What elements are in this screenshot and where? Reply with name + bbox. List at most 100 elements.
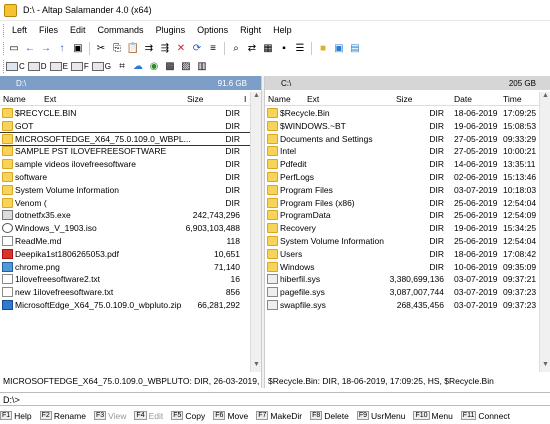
menu-options[interactable]: Options [191,25,234,35]
fkey-rename-button[interactable]: F2 Rename [39,411,86,421]
fkey-view-button[interactable]: F3 View [93,411,126,421]
scroll-down-icon[interactable]: ▼ [540,361,550,372]
file-row[interactable]: chrome.png 71,140 [0,261,250,274]
forward-icon[interactable]: → [39,42,53,55]
calc-icon[interactable]: ▦ [261,42,275,55]
command-line[interactable]: D:\> [0,392,550,406]
scroll-up-icon[interactable]: ▲ [540,92,550,103]
menu-plugins[interactable]: Plugins [150,25,192,35]
file-row[interactable]: Intel DIR 27-05-2019 10:00:21 [265,145,539,158]
network-icon[interactable]: ⌗ [115,60,129,73]
fkey-usrmenu-button[interactable]: F9 UsrMenu [356,411,405,421]
file-row[interactable]: dotnetfx35.exe 242,743,296 [0,209,250,222]
file-row[interactable]: SAMPLE PST ILOVEFREESOFTWARE DIR [0,145,250,158]
cut-icon[interactable]: ✂ [94,42,108,55]
fkey-connect-button[interactable]: F11 Connect [460,411,510,421]
toolbar-grip[interactable] [3,42,6,55]
file-row[interactable]: Users DIR 18-06-2019 17:08:42 [265,248,539,261]
file-row[interactable]: Program Files DIR 03-07-2019 10:18:03 [265,184,539,197]
thumbnail-icon[interactable]: ▤ [348,42,362,55]
fkey-delete-button[interactable]: F8 Delete [310,411,349,421]
file-row[interactable]: $Recycle.Bin DIR 18-06-2019 17:09:25 [265,107,539,120]
file-row[interactable]: Venom (DIR [0,197,250,210]
file-row[interactable]: Pdfedit DIR 14-06-2019 13:35:11 [265,158,539,171]
file-row[interactable]: Documents and Settings DIR 27-05-2019 09:33… [265,133,539,146]
file-row[interactable]: System Volume Information DIR [0,184,250,197]
change-dir-icon[interactable]: ▣ [71,42,85,55]
file-row[interactable]: hiberfil.sys 3,380,699,136 03-07-2019 09:37… [265,273,539,286]
left-scrollbar[interactable]: ▲ ▼ [250,92,261,372]
file-row[interactable]: GOT DIR [0,120,250,133]
delete-icon[interactable]: ✕ [174,42,188,55]
file-row[interactable]: System Volume Information DIR 25-06-2019 12… [265,235,539,248]
drive-d-button[interactable]: D [27,62,47,71]
ftp-icon[interactable]: ▩ [163,60,177,73]
fkey-copy-button[interactable]: F5 Copy [171,411,205,421]
left-col-ext[interactable]: Ext [44,94,56,104]
file-row[interactable]: software DIR [0,171,250,184]
menu-help[interactable]: Help [267,25,298,35]
panel-list-icon[interactable]: ▥ [195,60,209,73]
left-col-size[interactable]: Size [187,94,204,104]
file-row[interactable]: Program Files (x86) DIR 25-06-2019 12:54:04 [265,197,539,210]
archive-icon[interactable]: ▨ [179,60,193,73]
file-row[interactable]: Deepika1st1806265053.pdf 10,651 [0,248,250,261]
fkey-help-button[interactable]: F1 Help [0,411,32,421]
fkey-makedir-button[interactable]: F7 MakeDir [256,411,302,421]
right-col-date[interactable]: Date [454,94,472,104]
fkey-move-button[interactable]: F6 Move [213,411,248,421]
right-scrollbar[interactable]: ▲ ▼ [539,92,550,372]
file-row[interactable]: $RECYCLE.BIN DIR [0,107,250,120]
file-row[interactable]: ReadMe.md 118 [0,235,250,248]
file-row[interactable]: MicrosoftEdge_X64_75.0.109.0_wbpluto.zip… [0,299,250,312]
file-row[interactable]: new 1ilovefreesoftware.txt 856 [0,286,250,299]
menu-files[interactable]: Files [33,25,64,35]
left-col-name[interactable]: Name [3,94,26,104]
right-col-size[interactable]: Size [396,94,413,104]
file-row[interactable]: sample videos ilovefreesoftware DIR [0,158,250,171]
panel-view-icon[interactable]: ▣ [332,42,346,55]
fkey-menu-button[interactable]: F10 Menu [413,411,453,421]
drive-g-button[interactable]: G [91,62,111,71]
command-prompt-icon[interactable]: ▪ [277,42,291,55]
compare-icon[interactable]: ⇄ [245,42,259,55]
view-mode-icon[interactable]: ☰ [293,42,307,55]
right-col-name[interactable]: Name [268,94,291,104]
refresh-icon[interactable]: ⟳ [190,42,204,55]
right-path-header[interactable]: C:\ 205 GB [265,76,550,90]
fkey-edit-button[interactable]: F4 Edit [134,411,163,421]
right-col-ext[interactable]: Ext [307,94,319,104]
drive-e-button[interactable]: E [49,62,68,71]
right-col-time[interactable]: Time [503,94,522,104]
file-row[interactable]: Windows DIR 10-06-2019 09:35:09 [265,261,539,274]
file-row[interactable]: PerfLogs DIR 02-06-2019 15:13:46 [265,171,539,184]
back-icon[interactable]: ← [23,42,37,55]
drive-f-button[interactable]: F [70,62,89,71]
up-dir-icon[interactable]: ↑ [55,42,69,55]
menu-edit[interactable]: Edit [64,25,92,35]
menu-left[interactable]: Left [6,25,33,35]
file-row[interactable]: Windows_V_1903.iso 6,903,103,488 [0,222,250,235]
onedrive-icon[interactable]: ☁ [131,60,145,73]
file-row[interactable]: MICROSOFTEDGE_X64_75.0.109.0_WBPL... DIR [0,131,251,147]
move-files-icon[interactable]: ⇶ [158,42,172,55]
left-col-extra[interactable]: I [244,94,246,104]
network-neighborhood-icon[interactable]: ◉ [147,60,161,73]
file-row[interactable]: Recovery DIR 19-06-2019 15:34:25 [265,222,539,235]
left-path-header[interactable]: D:\ 91.6 GB [0,76,261,90]
copy-icon[interactable]: ⎘ [110,42,124,55]
hot-path-icon[interactable]: ■ [316,42,330,55]
paste-icon[interactable]: 📋 [126,42,140,55]
menu-right[interactable]: Right [234,25,267,35]
copy-files-icon[interactable]: ⇉ [142,42,156,55]
file-row[interactable]: $WINDOWS.~BT DIR 19-06-2019 15:08:53 [265,120,539,133]
file-row[interactable]: 1ilovefreesoftware2.txt 16 [0,273,250,286]
file-row[interactable]: pagefile.sys 3,087,007,744 03-07-2019 09:37… [265,286,539,299]
file-row[interactable]: ProgramData DIR 25-06-2019 12:54:09 [265,209,539,222]
find-icon[interactable]: ⌕ [229,42,243,55]
file-row[interactable]: swapfile.sys 268,435,456 03-07-2019 09:37:2… [265,299,539,312]
drive-c-button[interactable]: C [6,62,25,71]
sort-icon[interactable]: ≡ [206,42,220,55]
menu-commands[interactable]: Commands [92,25,150,35]
drive-menu-icon[interactable]: ▭ [7,42,21,55]
